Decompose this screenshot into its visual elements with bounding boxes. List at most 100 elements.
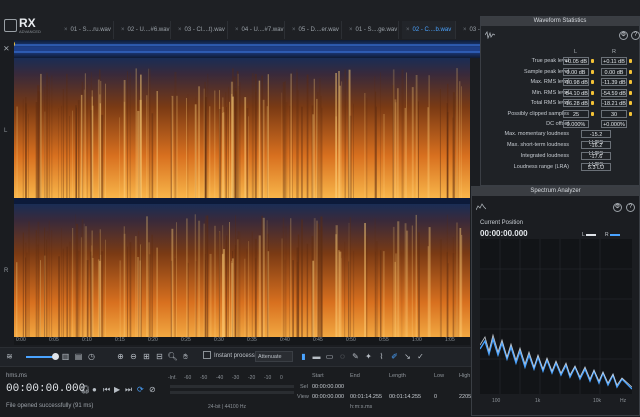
timeline-ruler[interactable]: 0:00 0:05 0:10 0:15 0:20 0:25 0:30 0:35 0:40 0:45… [14,337,470,345]
spectrogram[interactable] [14,58,470,345]
warning-icon [591,59,594,63]
close-tab-icon[interactable]: × [349,27,353,33]
pencil-tool-icon[interactable]: ✐ [389,351,400,362]
spectrogram-streak [91,105,94,198]
zoom-tool-icon[interactable]: 🔍︎ [167,351,178,362]
zoom-selection-icon[interactable]: ⊞ [141,351,152,362]
attenuate-mode-select[interactable]: Attenuate [255,351,293,362]
timecode-display[interactable]: 00:00:00.000 [6,383,85,395]
spectrogram-streak [205,215,208,345]
headphones-icon[interactable]: 🎧︎ [80,385,90,394]
spectrogram-settings-icon[interactable]: ▥ [60,351,71,362]
hand-tool-icon[interactable]: ✋︎ [180,351,191,362]
view-end[interactable]: 00:01:14.255 [350,394,382,400]
spectrogram-streak [148,68,151,199]
spectrogram-streak [364,223,366,345]
spectrogram-streak [148,254,151,345]
spectrogram-streak [321,226,323,345]
history-icon[interactable]: ◷ [86,351,97,362]
help-icon[interactable]: ? [631,31,640,40]
spectrogram-streak [51,230,53,345]
close-tab-icon[interactable]: × [406,27,410,33]
spectrogram-streak [312,114,314,198]
play-icon[interactable]: ▶ [114,385,120,394]
go-to-start-icon[interactable]: ⏮︎ [103,385,110,395]
file-tab[interactable]: × 01 - S....ru.wav [60,21,114,39]
harmonic-selection-icon[interactable]: ⌇ [376,351,387,362]
spectrogram-streak [99,229,101,345]
timeline-tick: 0:30 [214,337,224,343]
spectrogram-streak [353,103,354,198]
checkmark-icon[interactable]: ✓ [415,351,426,362]
time-selection-tool-icon[interactable]: ▮ [298,351,309,362]
meter-bar-right [170,391,294,394]
notes-icon[interactable]: ▤ [73,351,84,362]
close-tab-icon[interactable]: × [463,27,467,33]
lasso-tool-icon[interactable]: ◌ [337,351,348,362]
play-selection-icon[interactable]: ⏭︎ [125,385,132,395]
view-start[interactable]: 00:00:00.000 [312,394,344,400]
spectrogram-streak [392,226,395,345]
zoom-fit-icon[interactable]: ⊟ [154,351,165,362]
view-length[interactable]: 00:01:14.255 [389,394,421,400]
tab-label: 02 - C....b.wav [412,27,452,33]
spectrogram-streak [156,247,158,345]
file-tab[interactable]: × 05 - D....er.wav [288,21,342,39]
close-tab-icon[interactable]: × [64,27,68,33]
file-tab[interactable]: × 04 - U....#7.wav [231,21,285,39]
spectrogram-streak [292,72,293,198]
spectrogram-canvas[interactable] [14,58,470,345]
timeline-tick: 0:40 [280,337,290,343]
instant-process-checkbox[interactable] [203,351,211,360]
close-tab-icon[interactable]: × [121,27,125,33]
channel-label-left: L [4,128,8,134]
waveform-statistics-title[interactable]: Waveform Statistics [481,17,639,26]
bypass-icon[interactable]: ⊘ [149,385,156,394]
row-view-label: View [297,394,309,400]
file-tab[interactable]: × 03 - Cl....t).wav [174,21,228,39]
col-start: Start [312,373,324,379]
spectrogram-streak [35,230,37,345]
spectrogram-streak [58,256,60,345]
warning-icon [591,90,594,95]
spectrogram-streak [344,69,346,199]
close-tab-icon[interactable]: × [178,27,182,33]
magic-wand-icon[interactable]: ✦ [363,351,374,362]
meter-scale-label: -60 [184,375,192,381]
spectrogram-streak [338,250,341,345]
waveform-toggle-icon[interactable]: ≋ [4,351,15,362]
loop-icon[interactable]: ⟳ [137,385,144,394]
rect-selection-tool-icon[interactable]: ▭ [324,351,335,362]
zoom-in-icon[interactable]: ⊕ [115,351,126,362]
brush-tool-icon[interactable]: ✎ [350,351,361,362]
settings-gear-icon[interactable]: ⚙ [613,203,622,212]
spectrum-plot[interactable] [479,239,633,394]
record-icon[interactable]: ● [92,385,97,394]
fade-tool-icon[interactable]: ↘ [402,351,413,362]
loudness-label: Max. momentary loudness [504,131,570,137]
close-tab-icon[interactable]: × [235,27,239,33]
spectrogram-streak [61,105,62,198]
sel-start[interactable]: 00:00:00.000 [312,384,344,390]
spectrogram-streak [366,97,368,198]
close-tab-icon[interactable]: × [292,27,296,33]
view-low[interactable]: 0 [434,394,437,400]
file-tab[interactable]: × 02 - C....b.wav [402,21,456,39]
view-high[interactable]: 2205 [459,394,471,400]
spectrogram-streak [28,113,29,198]
spectrum-analyzer-title[interactable]: Spectrum Analyzer [472,187,639,196]
meter-scale-label: -50 [200,375,208,381]
freq-selection-tool-icon[interactable]: ▬ [311,351,322,362]
settings-gear-icon[interactable]: ⚙ [619,31,628,40]
help-icon[interactable]: ? [626,203,635,212]
file-tab[interactable]: × 01 - S....ge.wav [345,21,399,39]
zoom-out-icon[interactable]: ⊖ [128,351,139,362]
channel-gutter: ⨯ L R [0,40,14,345]
instant-process-toggle[interactable]: Instant process [203,351,255,362]
col-length: Length [389,373,406,379]
file-tab[interactable]: × 02 - U....#6.wav [117,21,171,39]
zoom-slider-knob[interactable] [52,353,59,360]
collapse-icon[interactable]: ⨯ [3,44,10,53]
spectrogram-streak [282,217,285,345]
spectrogram-streak [84,73,86,198]
